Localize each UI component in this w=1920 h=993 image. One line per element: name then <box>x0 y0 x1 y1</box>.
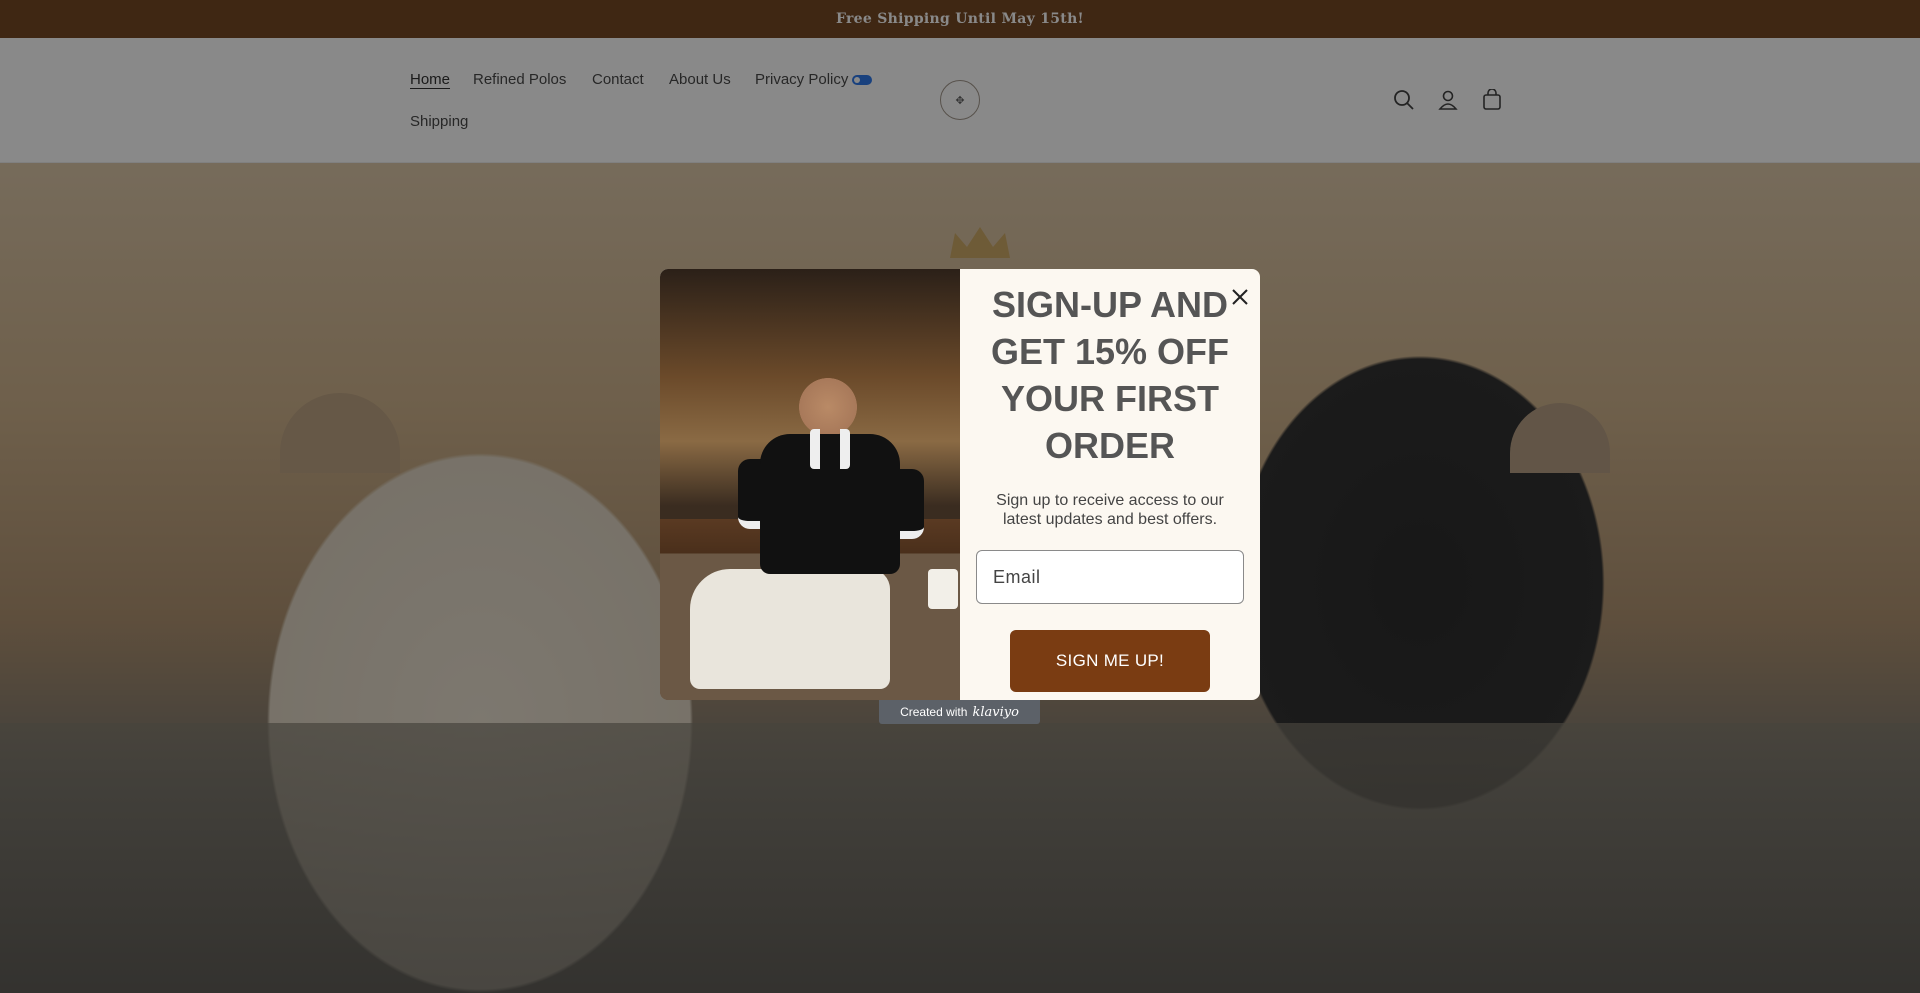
popup-model-image <box>660 269 960 700</box>
popup-content: SIGN-UP AND GET 15% OFF YOUR FIRST ORDER… <box>960 269 1260 700</box>
signup-popup: SIGN-UP AND GET 15% OFF YOUR FIRST ORDER… <box>660 269 1260 700</box>
model-pants <box>690 569 890 689</box>
popup-title: SIGN-UP AND GET 15% OFF YOUR FIRST ORDER <box>990 284 1230 466</box>
popup-subtitle: Sign up to receive access to our latest … <box>996 492 1224 528</box>
sign-me-up-button[interactable]: SIGN ME UP! <box>1010 630 1210 692</box>
coffee-cup <box>928 569 958 609</box>
email-field[interactable] <box>976 550 1244 604</box>
model-collar <box>810 429 850 469</box>
klaviyo-created-with: Created with <box>900 705 968 719</box>
klaviyo-badge[interactable]: Created with klaviyo <box>879 700 1040 724</box>
klaviyo-brand: klaviyo <box>972 704 1019 720</box>
close-icon[interactable] <box>1228 285 1252 309</box>
